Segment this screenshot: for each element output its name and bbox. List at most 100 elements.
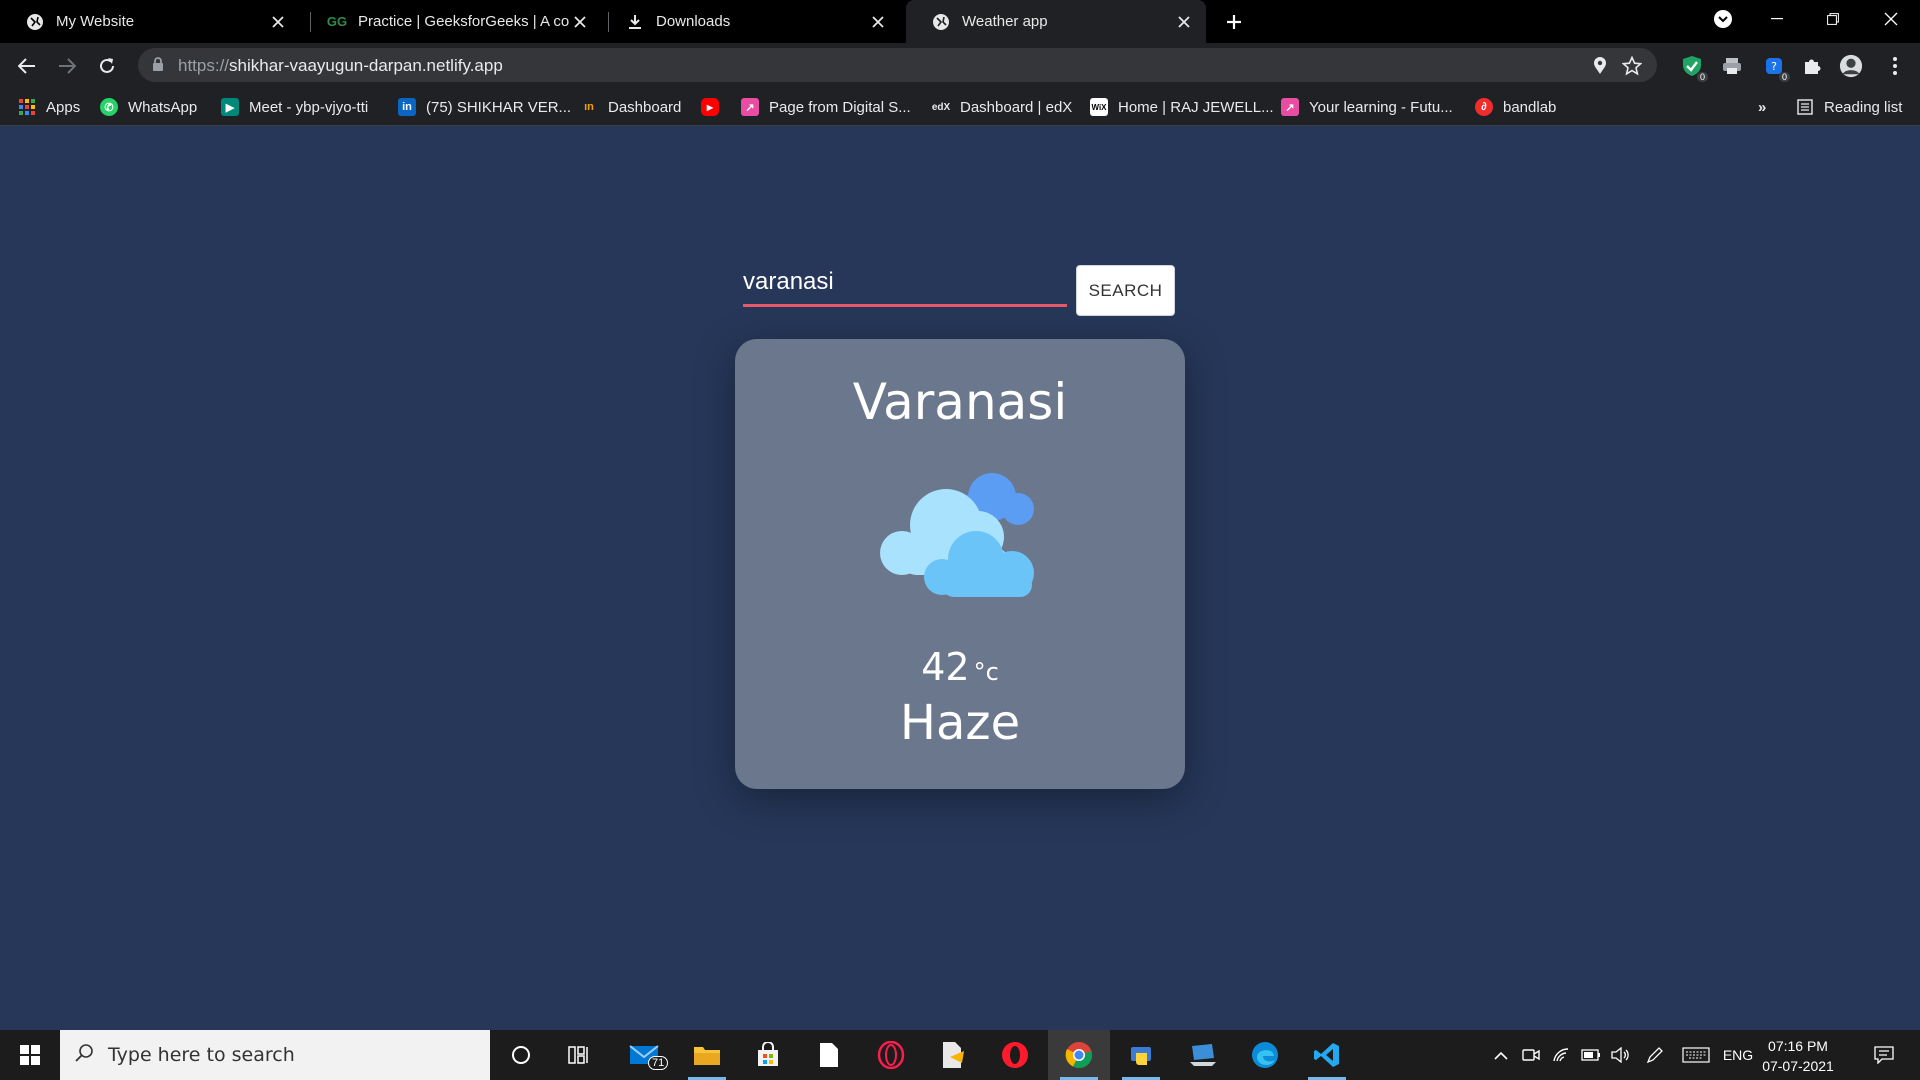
cortana-icon[interactable] (490, 1030, 552, 1080)
bookmark-label: Page from Digital S... (769, 98, 911, 116)
edx-icon: edX (931, 101, 951, 113)
notifications-icon[interactable] (1864, 1030, 1904, 1080)
bookmark-dashboard[interactable]: ın Dashboard (580, 97, 681, 117)
bookmark-label: Dashboard (608, 98, 682, 116)
battery-icon[interactable] (1578, 1030, 1604, 1080)
bookmark-whatsapp[interactable]: ✆ WhatsApp (100, 97, 197, 117)
file-explorer-icon[interactable] (676, 1030, 738, 1080)
lock-icon[interactable] (152, 57, 164, 77)
bookmark-label: WhatsApp (128, 98, 198, 116)
mail-badge: 71 (648, 1056, 669, 1070)
reload-button[interactable] (93, 52, 121, 80)
bookmark-edx[interactable]: edX Dashboard | edX (932, 97, 1072, 117)
bookmark-label: Dashboard | edX (960, 98, 1073, 116)
tab-my-website[interactable]: My Website (0, 0, 300, 43)
new-tab-button[interactable] (1221, 9, 1247, 35)
globe-icon (26, 13, 44, 31)
city-search-input[interactable] (743, 265, 1067, 307)
extension-shield-icon[interactable]: 0 (1680, 54, 1708, 82)
close-icon[interactable] (570, 12, 590, 32)
search-button[interactable]: SEARCH (1076, 265, 1175, 316)
document-app-icon[interactable] (922, 1030, 984, 1080)
kebab-menu-icon[interactable] (1883, 54, 1907, 78)
system-clock[interactable]: 07:16 PM 07-07-2021 (1760, 1036, 1836, 1076)
dashboard-icon: ın (584, 101, 594, 113)
wifi-icon[interactable] (1548, 1030, 1574, 1080)
tab-search-button[interactable] (1700, 0, 1746, 38)
close-window-button[interactable] (1868, 0, 1914, 38)
tab-title: My Website (56, 13, 135, 30)
bookmark-label: Apps (46, 98, 81, 116)
globe-icon (932, 13, 950, 31)
tab-title: Practice | GeeksforGeeks | A com (358, 13, 570, 30)
reading-list-label: Reading list (1824, 98, 1903, 116)
windows-start-icon[interactable] (0, 1030, 60, 1080)
mail-icon[interactable]: 71 (614, 1030, 676, 1080)
tab-title: Weather app (962, 13, 1048, 30)
edge-icon[interactable] (1234, 1030, 1296, 1080)
tab-weather-app[interactable]: Weather app (906, 0, 1206, 43)
linkedin-icon: in (398, 98, 416, 116)
search-icon (74, 1043, 94, 1068)
volume-icon[interactable] (1608, 1030, 1634, 1080)
show-hidden-icons-chevron-icon[interactable] (1490, 1030, 1512, 1080)
temperature-value: 42 (921, 645, 970, 689)
bookmark-star-icon[interactable] (1622, 56, 1642, 76)
vscode-icon[interactable] (1296, 1030, 1358, 1080)
close-icon[interactable] (868, 12, 888, 32)
bookmark-label: Your learning - Futu... (1309, 98, 1453, 116)
bookmark-futurelearn[interactable]: ↗ Your learning - Futu... (1281, 97, 1453, 117)
extension-blue-icon[interactable]: ? 0 (1762, 54, 1790, 82)
temperature: 42 °c (735, 645, 1185, 689)
extensions-puzzle-icon[interactable] (1800, 54, 1824, 78)
back-button[interactable] (13, 52, 41, 80)
forward-button[interactable] (53, 52, 81, 80)
close-icon[interactable] (268, 12, 288, 32)
bookmark-bandlab[interactable]: ∂ bandlab (1475, 97, 1556, 117)
close-icon[interactable] (1174, 12, 1194, 32)
python-icon[interactable] (1110, 1030, 1172, 1080)
page-icon: ↗ (741, 98, 759, 116)
bookmark-apps[interactable]: Apps (18, 97, 80, 117)
opera-gx-icon[interactable] (860, 1030, 922, 1080)
tab-geeksforgeeks[interactable]: GG Practice | GeeksforGeeks | A com (302, 0, 602, 43)
chrome-icon[interactable] (1048, 1030, 1110, 1080)
extension-badge: 0 (1696, 72, 1708, 82)
bookmark-page-from-digital[interactable]: ↗ Page from Digital S... (741, 97, 911, 117)
desktop-app-icon[interactable] (1172, 1030, 1234, 1080)
pen-icon[interactable] (1642, 1030, 1668, 1080)
bookmark-label: (75) SHIKHAR VER... (426, 98, 572, 116)
url-text: https://shikhar-vaayugun-darpan.netlify.… (178, 56, 503, 76)
clouds-icon (880, 473, 1034, 597)
bookmarks-overflow-button[interactable]: » (1758, 97, 1766, 117)
bookmark-meet[interactable]: ▶ Meet - ybp-vjyo-tti (221, 97, 368, 117)
minimize-button[interactable] (1754, 0, 1800, 38)
browser-toolbar: https://shikhar-vaayugun-darpan.netlify.… (0, 43, 1920, 88)
language-indicator[interactable]: ENG (1718, 1030, 1758, 1080)
whatsapp-icon: ✆ (100, 98, 118, 116)
file-icon[interactable] (798, 1030, 860, 1080)
restore-button[interactable] (1810, 0, 1856, 38)
task-view-icon[interactable] (548, 1030, 610, 1080)
bookmark-label: Home | RAJ JEWELL... (1118, 98, 1274, 116)
extension-badge: 0 (1778, 72, 1790, 82)
opera-icon[interactable] (984, 1030, 1046, 1080)
tab-downloads[interactable]: Downloads (600, 0, 900, 43)
bookmark-raj-jewell[interactable]: WiX Home | RAJ JEWELL... (1090, 97, 1274, 117)
url-scheme: https:// (178, 56, 230, 75)
location-pin-icon[interactable] (1590, 56, 1610, 76)
avatar[interactable] (1839, 54, 1863, 78)
google-meet-icon: ▶ (221, 98, 239, 116)
meet-now-icon[interactable] (1518, 1030, 1544, 1080)
extension-printer-icon[interactable] (1720, 54, 1744, 78)
reading-list-button[interactable]: Reading list (1796, 97, 1902, 117)
taskbar-search-box[interactable]: Type here to search (60, 1030, 490, 1080)
city-name: Varanasi (852, 373, 1068, 431)
store-icon[interactable] (737, 1030, 799, 1080)
bookmarks-bar: Apps ✆ WhatsApp ▶ Meet - ybp-vjyo-tti in… (0, 88, 1920, 126)
bookmark-youtube[interactable]: ▶ (701, 97, 729, 117)
keyboard-icon[interactable] (1680, 1030, 1712, 1080)
bookmark-linkedin[interactable]: in (75) SHIKHAR VER... (398, 97, 571, 117)
svg-text:?: ? (1771, 60, 1777, 73)
address-bar[interactable]: https://shikhar-vaayugun-darpan.netlify.… (138, 48, 1657, 82)
